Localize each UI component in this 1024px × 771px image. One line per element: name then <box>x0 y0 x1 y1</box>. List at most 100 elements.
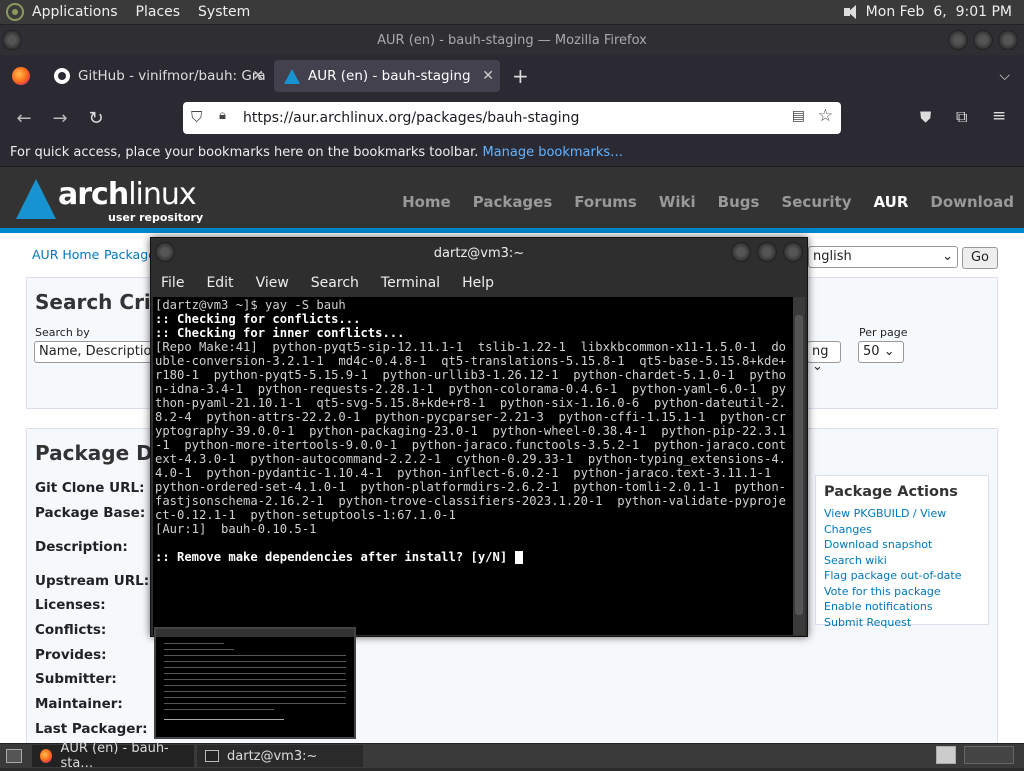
browser-titlebar: AUR (en) - bauh-staging — Mozilla Firefo… <box>0 25 1024 55</box>
package-actions-box: Package Actions View PKGBUILD / View Cha… <box>815 475 989 629</box>
per-page-select[interactable]: 50 ⌄ <box>858 341 904 363</box>
menu-edit[interactable]: Edit <box>206 275 233 291</box>
menu-system[interactable]: System <box>198 4 250 20</box>
menu-help[interactable]: Help <box>462 275 494 291</box>
new-tab-button[interactable]: + <box>512 64 529 88</box>
distro-logo-icon[interactable] <box>6 3 24 21</box>
scrollbar-thumb[interactable] <box>795 315 803 615</box>
terminal-line: :: Checking for conflicts... <box>155 312 361 326</box>
maximize-button[interactable] <box>973 30 993 50</box>
terminal-window-menu-button[interactable] <box>155 242 175 262</box>
firefox-icon <box>40 749 53 763</box>
github-icon <box>54 68 70 84</box>
volume-icon[interactable] <box>842 4 858 20</box>
chevron-down-icon: ⌄ <box>942 249 953 264</box>
tab-aur[interactable]: AUR (en) - bauh-staging ✕ <box>274 60 500 92</box>
nav-packages[interactable]: Packages <box>473 193 553 211</box>
shield-icon[interactable]: ⛉ <box>191 108 202 126</box>
terminal-title: dartz@vm3:~ <box>433 246 525 261</box>
task-terminal[interactable]: dartz@vm3:~ <box>197 745 363 767</box>
search-by-select[interactable]: Name, Description <box>34 341 154 363</box>
terminal-menubar: File Edit View Search Terminal Help <box>151 269 807 297</box>
language-select[interactable]: nglish ⌄ <box>808 246 958 268</box>
lock-icon[interactable]: 🔒︎ <box>219 108 226 123</box>
terminal-prompt-line: :: Remove make dependencies after instal… <box>155 550 791 564</box>
workspace-switcher-icon[interactable] <box>936 746 956 764</box>
terminal-output[interactable]: [dartz@vm3 ~]$ yay -S bauh:: Checking fo… <box>153 297 793 635</box>
task-firefox[interactable]: AUR (en) - bauh-sta… <box>32 741 194 771</box>
provides-label: Provides: <box>35 647 107 663</box>
terminal-maximize-button[interactable] <box>757 242 777 262</box>
package-actions-title: Package Actions <box>824 484 958 500</box>
window-menu-button[interactable] <box>2 30 22 50</box>
search-wiki-link[interactable]: Search wiki <box>824 553 980 569</box>
url-bar[interactable]: ⛉ 🔒︎ https://aur.archlinux.org/packages/… <box>183 102 841 134</box>
close-tab-icon[interactable]: ✕ <box>252 68 264 84</box>
submitter-label: Submitter: <box>35 671 117 687</box>
bookmark-star-icon[interactable]: ☆ <box>818 106 833 126</box>
hamburger-menu-icon[interactable]: ≡ <box>992 106 1006 126</box>
manage-bookmarks-link[interactable]: Manage bookmarks… <box>482 145 623 160</box>
terminal-window[interactable]: dartz@vm3:~ File Edit View Search Termin… <box>150 237 808 637</box>
download-snapshot-link[interactable]: Download snapshot <box>824 537 980 553</box>
menu-terminal[interactable]: Terminal <box>381 275 440 291</box>
view-pkgbuild-link[interactable]: View PKGBUILD / View Changes <box>824 506 980 537</box>
nav-security[interactable]: Security <box>781 193 851 211</box>
arch-nav-menu: Home Packages Forums Wiki Bugs Security … <box>380 193 1014 211</box>
thumbnail-menubar <box>156 629 354 637</box>
terminal-titlebar[interactable]: dartz@vm3:~ <box>151 238 807 269</box>
flag-out-of-date-link[interactable]: Flag package out-of-date <box>824 568 980 584</box>
terminal-line: [Aur:1] bauh-0.10.5-1 <box>155 522 317 536</box>
close-window-button[interactable] <box>998 30 1018 50</box>
menu-file[interactable]: File <box>161 275 184 291</box>
nav-aur[interactable]: AUR <box>874 193 909 211</box>
close-tab-icon[interactable]: ✕ <box>482 68 494 84</box>
navigation-toolbar: ← → ↻ ⛉ 🔒︎ https://aur.archlinux.org/pac… <box>0 97 1024 139</box>
breadcrumb-packages[interactable]: Package <box>104 247 156 262</box>
breadcrumb-aur-home[interactable]: AUR Home <box>32 247 99 262</box>
forward-arrow-icon[interactable]: → <box>42 108 78 129</box>
nav-home[interactable]: Home <box>402 193 451 211</box>
enable-notifications-link[interactable]: Enable notifications <box>824 599 980 615</box>
menu-places[interactable]: Places <box>136 4 181 20</box>
vote-link[interactable]: Vote for this package <box>824 584 980 600</box>
nav-bugs[interactable]: Bugs <box>718 193 760 211</box>
reload-icon[interactable]: ↻ <box>78 108 114 129</box>
url-text[interactable]: https://aur.archlinux.org/packages/bauh-… <box>243 110 579 126</box>
pocket-icon[interactable]: ⛊ <box>920 108 931 126</box>
terminal-minimize-button[interactable] <box>731 242 751 262</box>
menu-view[interactable]: View <box>256 275 289 291</box>
minimize-button[interactable] <box>948 30 968 50</box>
bookmarks-hint: For quick access, place your bookmarks h… <box>10 145 479 160</box>
show-desktop-icon[interactable] <box>6 749 22 763</box>
menu-search[interactable]: Search <box>311 275 359 291</box>
clock[interactable]: Mon Feb 6, 9:01 PM <box>866 4 1012 20</box>
firefox-icon[interactable] <box>12 67 30 85</box>
logo-arch: arch <box>58 177 129 212</box>
window-preview-thumbnail[interactable] <box>154 627 356 739</box>
workspace-switcher-2-icon[interactable] <box>964 746 1014 764</box>
aur-logo[interactable]: archlinux user repository <box>16 177 216 227</box>
submit-request-link[interactable]: Submit Request <box>824 615 980 631</box>
reader-view-icon[interactable]: ▤ <box>792 108 805 124</box>
per-page-label: Per page <box>859 326 908 339</box>
description-label: Description: <box>35 539 128 555</box>
list-all-tabs-icon[interactable]: ⌵ <box>999 68 1010 84</box>
maintainer-label: Maintainer: <box>35 696 123 712</box>
chevron-down-icon: ⌄ <box>812 359 823 374</box>
terminal-line: [Repo Make:41] python-pyqt5-sip-12.11.1-… <box>155 340 787 522</box>
go-button[interactable]: Go <box>962 247 998 269</box>
terminal-close-button[interactable] <box>783 242 803 262</box>
nav-forums[interactable]: Forums <box>574 193 637 211</box>
back-arrow-icon[interactable]: ← <box>6 108 42 129</box>
terminal-scrollbar[interactable] <box>793 297 805 635</box>
menu-applications[interactable]: Applications <box>32 4 118 20</box>
nav-download[interactable]: Download <box>930 193 1014 211</box>
tab-github[interactable]: GitHub - vinifmor/bauh: Gra ✕ <box>44 60 270 92</box>
nav-wiki[interactable]: Wiki <box>659 193 696 211</box>
arch-header: archlinux user repository Home Packages … <box>0 167 1024 233</box>
extensions-icon[interactable]: ⧉ <box>956 107 967 127</box>
bookmarks-toolbar: For quick access, place your bookmarks h… <box>0 139 1024 167</box>
sort-select[interactable]: ng ⌄ <box>807 341 841 374</box>
